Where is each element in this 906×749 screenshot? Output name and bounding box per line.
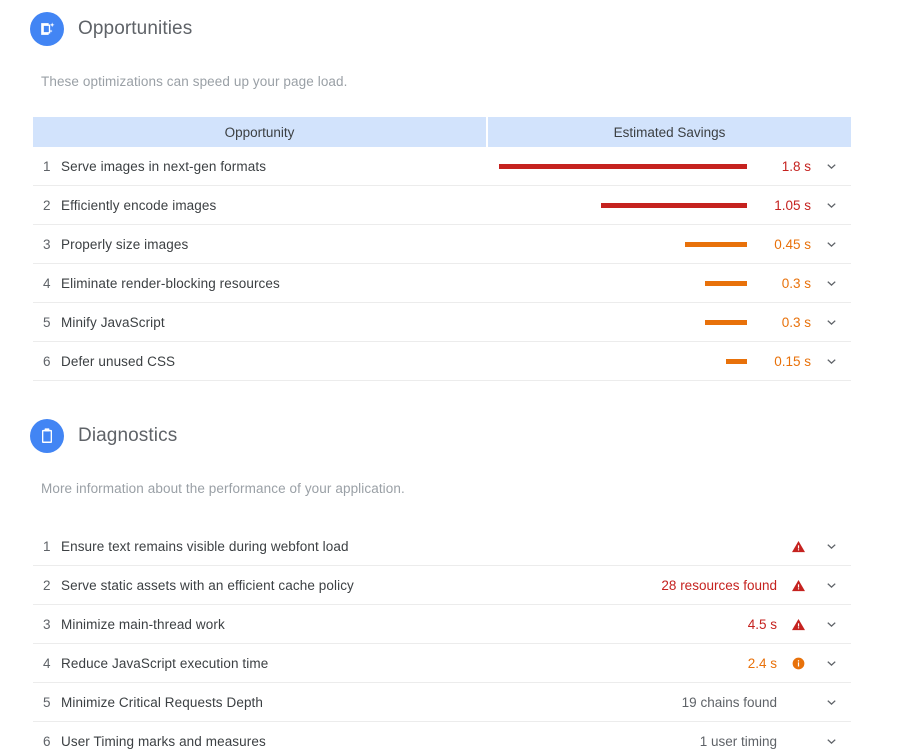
row-rank: 4 [43, 655, 51, 671]
chevron-down-icon[interactable] [811, 355, 851, 368]
opportunity-title: Defer unused CSS [61, 353, 176, 369]
estimated-savings-value: 0.3 s [781, 275, 811, 291]
warning-triangle-icon [785, 539, 811, 554]
savings-bar-track [496, 241, 751, 247]
opportunities-section-header: Opportunities [0, 12, 906, 46]
row-rank: 6 [43, 733, 51, 749]
row-rank: 6 [43, 353, 51, 369]
row-rank: 1 [43, 158, 51, 174]
table-row[interactable]: 3 Properly size images 0.45 s [33, 225, 851, 264]
row-rank: 4 [43, 275, 51, 291]
chevron-down-icon[interactable] [811, 657, 851, 670]
diagnostic-value: 2.4 s [747, 655, 777, 671]
row-rank: 2 [43, 577, 51, 593]
table-row[interactable]: 4 Eliminate render-blocking resources 0.3 … [33, 264, 851, 303]
opportunity-title: Eliminate render-blocking resources [61, 275, 280, 291]
opportunity-title: Minify JavaScript [61, 314, 165, 330]
estimated-savings-value: 1.8 s [781, 158, 811, 174]
list-item[interactable]: 4 Reduce JavaScript execution time 2.4 s [33, 644, 851, 683]
savings-bar [726, 358, 747, 364]
chevron-down-icon[interactable] [811, 696, 851, 709]
diagnostic-title: Minimize Critical Requests Depth [61, 694, 264, 710]
savings-bar [705, 280, 747, 286]
chevron-down-icon[interactable] [811, 160, 851, 173]
info-circle-icon [785, 656, 811, 671]
diagnostic-title: Serve static assets with an efficient ca… [61, 577, 354, 593]
diagnostic-title: User Timing marks and measures [61, 733, 266, 749]
opportunities-title: Opportunities [78, 18, 193, 39]
image-plus-icon [30, 12, 64, 46]
row-rank: 5 [43, 314, 51, 330]
estimated-savings-value: 0.15 s [774, 353, 811, 369]
chevron-down-icon[interactable] [811, 199, 851, 212]
chevron-down-icon[interactable] [811, 735, 851, 748]
table-row[interactable]: 2 Efficiently encode images 1.05 s [33, 186, 851, 225]
warning-triangle-icon [785, 617, 811, 632]
diagnostics-title: Diagnostics [78, 425, 178, 446]
opportunities-table: Opportunity Estimated Savings 1 Serve ima… [33, 117, 851, 381]
chevron-down-icon[interactable] [811, 618, 851, 631]
column-header-opportunity: Opportunity [33, 117, 488, 147]
diagnostic-value: 28 resources found [661, 577, 777, 593]
diagnostic-title: Minimize main-thread work [61, 616, 225, 632]
diagnostic-value: 1 user timing [699, 733, 777, 749]
chevron-down-icon[interactable] [811, 540, 851, 553]
estimated-savings-value: 0.45 s [774, 236, 811, 252]
opportunities-table-header: Opportunity Estimated Savings [33, 117, 851, 147]
list-item[interactable]: 5 Minimize Critical Requests Depth 19 chai… [33, 683, 851, 722]
opportunities-description: These optimizations can speed up your pa… [41, 74, 348, 89]
opportunity-title: Efficiently encode images [61, 197, 217, 213]
table-row[interactable]: 1 Serve images in next-gen formats 1.8 s [33, 147, 851, 186]
chevron-down-icon[interactable] [811, 316, 851, 329]
diagnostics-table: 1 Ensure text remains visible during webf… [33, 527, 851, 749]
list-item[interactable]: 1 Ensure text remains visible during webf… [33, 527, 851, 566]
savings-bar [705, 319, 747, 325]
row-rank: 1 [43, 538, 51, 554]
savings-bar [499, 163, 747, 169]
table-row[interactable]: 5 Minify JavaScript 0.3 s [33, 303, 851, 342]
row-rank: 3 [43, 616, 51, 632]
clipboard-icon [30, 419, 64, 453]
estimated-savings-value: 0.3 s [781, 314, 811, 330]
opportunity-title: Properly size images [61, 236, 189, 252]
chevron-down-icon[interactable] [811, 238, 851, 251]
savings-bar [601, 202, 747, 208]
savings-bar-track [496, 280, 751, 286]
diagnostic-title: Ensure text remains visible during webfo… [61, 538, 349, 554]
list-item[interactable]: 6 User Timing marks and measures 1 user ti… [33, 722, 851, 749]
diagnostics-section-header: Diagnostics [0, 419, 906, 453]
table-row[interactable]: 6 Defer unused CSS 0.15 s [33, 342, 851, 381]
savings-bar-track [496, 358, 751, 364]
column-header-estimated-savings: Estimated Savings [613, 124, 726, 140]
diagnostic-value: 4.5 s [747, 616, 777, 632]
row-rank: 5 [43, 694, 51, 710]
row-rank: 2 [43, 197, 51, 213]
savings-bar-track [496, 202, 751, 208]
warning-triangle-icon [785, 578, 811, 593]
estimated-savings-value: 1.05 s [774, 197, 811, 213]
list-item[interactable]: 3 Minimize main-thread work 4.5 s [33, 605, 851, 644]
savings-bar-track [496, 319, 751, 325]
savings-bar-track [496, 163, 751, 169]
lighthouse-report-panel: Opportunities These optimizations can sp… [0, 0, 906, 749]
savings-bar [685, 241, 747, 247]
list-item[interactable]: 2 Serve static assets with an efficient c… [33, 566, 851, 605]
chevron-down-icon[interactable] [811, 579, 851, 592]
diagnostic-title: Reduce JavaScript execution time [61, 655, 269, 671]
row-rank: 3 [43, 236, 51, 252]
diagnostic-value: 19 chains found [681, 694, 777, 710]
chevron-down-icon[interactable] [811, 277, 851, 290]
diagnostics-description: More information about the performance o… [41, 481, 405, 496]
opportunity-title: Serve images in next-gen formats [61, 158, 267, 174]
